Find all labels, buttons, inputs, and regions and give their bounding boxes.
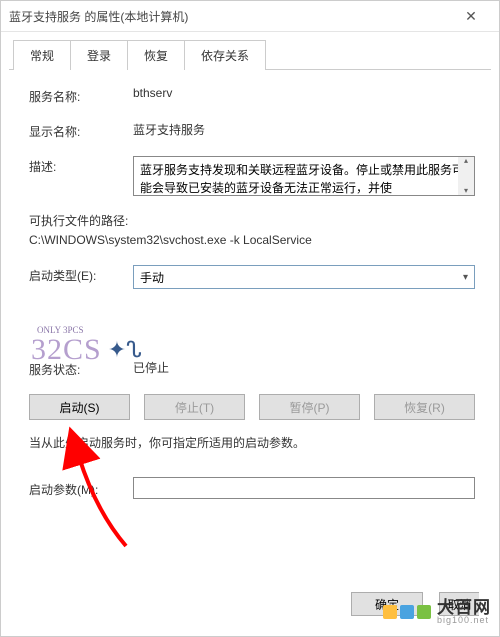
chevron-down-icon: ▾: [463, 272, 468, 283]
label-start-param: 启动参数(M):: [29, 479, 133, 498]
tab-general[interactable]: 常规: [13, 40, 71, 70]
start-param-input[interactable]: [133, 477, 475, 499]
brand-square-1: [383, 605, 397, 619]
label-description: 描述:: [29, 156, 133, 175]
value-service-name: bthserv: [133, 86, 475, 100]
stop-button: 停止(T): [144, 394, 245, 420]
start-button[interactable]: 启动(S): [29, 394, 130, 420]
label-startup-type: 启动类型(E):: [29, 265, 133, 284]
label-service-name: 服务名称:: [29, 86, 133, 105]
description-text: 蓝牙服务支持发现和关联远程蓝牙设备。停止或禁用此服务可能会导致已安装的蓝牙设备无…: [140, 163, 464, 195]
startup-type-value: 手动: [140, 269, 463, 286]
close-icon[interactable]: ✕: [451, 8, 491, 25]
pause-button: 暂停(P): [259, 394, 360, 420]
startup-type-dropdown[interactable]: 手动 ▾: [133, 265, 475, 289]
tab-recovery[interactable]: 恢复: [127, 40, 185, 70]
brand-watermark: 大百网 big100.net: [383, 588, 499, 636]
scroll-down-icon[interactable]: ▾: [464, 187, 468, 195]
brand-url: big100.net: [437, 616, 491, 625]
properties-dialog: 蓝牙支持服务 的属性(本地计算机) ✕ 常规 登录 恢复 依存关系 服务名称: …: [0, 0, 500, 637]
label-exec-path: 可执行文件的路径:: [29, 212, 475, 229]
description-textbox[interactable]: 蓝牙服务支持发现和关联远程蓝牙设备。停止或禁用此服务可能会导致已安装的蓝牙设备无…: [133, 156, 475, 196]
scroll-up-icon[interactable]: ▴: [464, 157, 468, 165]
label-display-name: 显示名称:: [29, 121, 133, 140]
value-exec-path: C:\WINDOWS\system32\svchost.exe -k Local…: [29, 233, 475, 247]
tab-logon[interactable]: 登录: [70, 40, 128, 70]
brand-square-2: [400, 605, 414, 619]
description-scrollbar[interactable]: ▴ ▾: [458, 157, 474, 195]
resume-button: 恢复(R): [374, 394, 475, 420]
tab-strip: 常规 登录 恢复 依存关系: [1, 32, 499, 70]
tab-dependencies[interactable]: 依存关系: [184, 40, 266, 70]
tab-content-general: 服务名称: bthserv 显示名称: 蓝牙支持服务 描述: 蓝牙服务支持发现和…: [1, 70, 499, 499]
brand-name: 大百网: [437, 599, 491, 616]
brand-square-3: [417, 605, 431, 619]
value-display-name: 蓝牙支持服务: [133, 121, 475, 138]
window-title: 蓝牙支持服务 的属性(本地计算机): [9, 8, 451, 25]
value-service-status: 已停止: [133, 359, 475, 378]
titlebar: 蓝牙支持服务 的属性(本地计算机) ✕: [1, 1, 499, 32]
label-service-status: 服务状态:: [29, 359, 133, 378]
service-control-buttons: 启动(S) 停止(T) 暂停(P) 恢复(R): [29, 394, 475, 420]
start-param-note: 当从此处启动服务时，你可指定所适用的启动参数。: [29, 434, 475, 451]
